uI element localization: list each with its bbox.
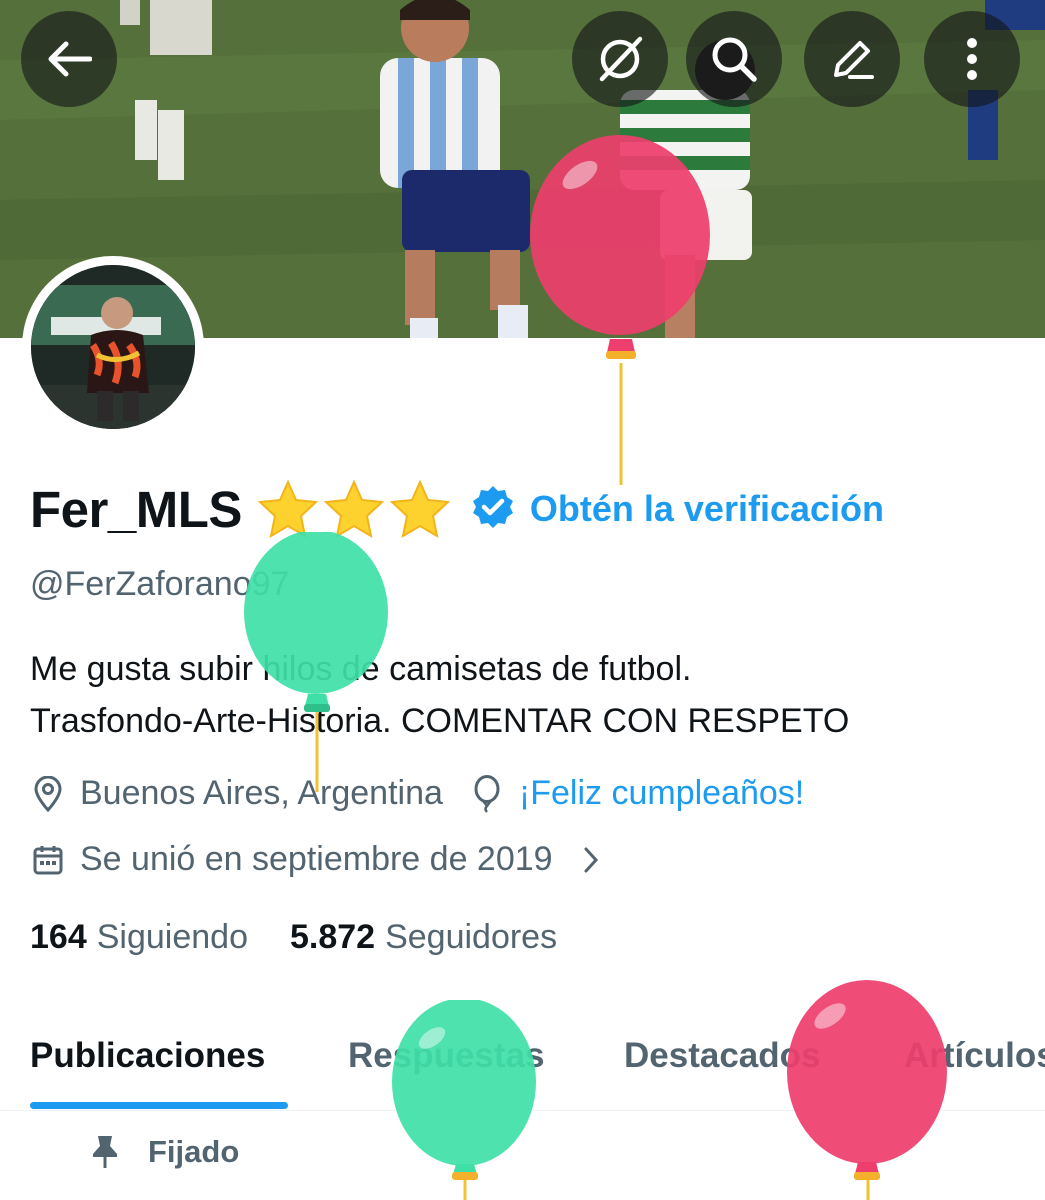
following-count: 164 [30, 918, 87, 956]
search-button[interactable] [686, 11, 782, 107]
arrow-left-icon [48, 41, 92, 77]
edit-button[interactable] [804, 11, 900, 107]
tab-destacados[interactable]: Destacados [624, 1036, 820, 1076]
tab-respuestas[interactable]: Respuestas [348, 1036, 544, 1076]
profile-meta-location-row: Buenos Aires, Argentina ¡Feliz cumpleaño… [30, 774, 804, 813]
star-emojis [257, 480, 450, 538]
search-icon [712, 37, 757, 82]
joined-text: Se unió en septiembre de 2019 [80, 840, 553, 878]
following-label: Siguiendo [96, 918, 248, 956]
avatar-photo [31, 265, 195, 429]
get-verified-link[interactable]: Obtén la verificación [530, 488, 884, 530]
grok-icon [599, 36, 643, 82]
followers-link[interactable]: 5.872 Seguidores [290, 918, 557, 957]
joined-date-row[interactable]: Se unió en septiembre de 2019 [30, 840, 623, 879]
active-tab-indicator [30, 1102, 288, 1109]
grok-button[interactable] [572, 11, 668, 107]
followers-label: Seguidores [385, 918, 558, 956]
more-button[interactable] [924, 11, 1020, 107]
profile-name-row: Fer_MLS Obtén la verificación [30, 474, 884, 544]
tab-publicaciones[interactable]: Publicaciones [30, 1036, 265, 1076]
bio-line: Me gusta subir hilos de camisetas de fut… [30, 650, 692, 688]
tab-articulos[interactable]: Artículos [904, 1036, 1045, 1076]
profile-tabs: Publicaciones Respuestas Destacados Artí… [0, 1010, 1045, 1111]
following-link[interactable]: 164 Siguiendo [30, 918, 248, 957]
balloon-icon [469, 774, 505, 813]
profile-handle: @FerZaforano97 [30, 565, 290, 603]
location-pin-icon [30, 775, 66, 812]
edit-icon [834, 41, 874, 79]
pinned-post-header: Fijado [90, 1134, 239, 1170]
star-icon [389, 480, 450, 538]
calendar-icon [30, 844, 66, 876]
bio-line: Trasfondo-Arte-Historia. COMENTAR CON RE… [30, 702, 850, 740]
location-text: Buenos Aires, Argentina [80, 774, 443, 812]
followers-count: 5.872 [289, 918, 376, 956]
back-button[interactable] [21, 11, 117, 107]
chevron-right-icon [573, 845, 609, 875]
star-icon [323, 480, 384, 538]
follow-stats: 164 Siguiendo 5.872 Seguidores [30, 918, 557, 957]
pinned-label: Fijado [148, 1134, 240, 1169]
more-vertical-icon [967, 38, 977, 80]
birthday-link[interactable]: ¡Feliz cumpleaños! [519, 774, 804, 813]
profile-avatar[interactable] [22, 256, 204, 438]
display-name: Fer_MLS [30, 480, 242, 538]
profile-bio: Me gusta subir hilos de camisetas de fut… [30, 643, 1020, 747]
star-icon [257, 480, 318, 538]
verified-badge-icon[interactable] [470, 484, 516, 534]
pin-icon [93, 1136, 117, 1168]
